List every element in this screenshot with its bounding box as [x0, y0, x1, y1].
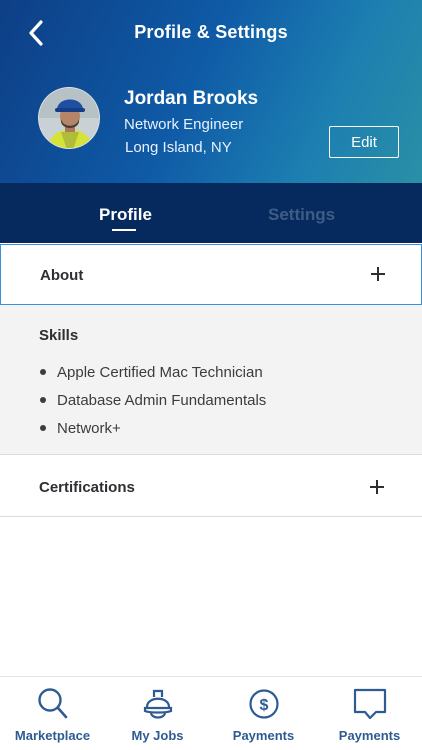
page-title: Profile & Settings [134, 22, 288, 42]
avatar [38, 87, 100, 149]
tab-profile[interactable]: Profile [99, 205, 152, 225]
skill-item: Network+ [40, 420, 121, 437]
about-section[interactable]: About [0, 244, 422, 305]
skills-section: Skills Apple Certified Mac Technician Da… [0, 305, 422, 455]
nav-payments-label: Payments [232, 728, 295, 743]
about-label: About [40, 267, 84, 284]
nav-my-jobs-label: My Jobs [131, 728, 184, 743]
nav-messages[interactable]: Payments [317, 677, 422, 750]
user-name: Jordan Brooks [124, 88, 259, 109]
plus-icon[interactable] [370, 480, 384, 494]
bullet-icon [40, 397, 46, 404]
user-location: Long Island, NY [125, 139, 232, 156]
tab-bar: Profile Settings [0, 183, 422, 243]
plus-icon[interactable] [371, 267, 385, 281]
skill-item: Apple Certified Mac Technician [40, 364, 263, 381]
certifications-label: Certifications [39, 479, 135, 496]
bullet-icon [40, 369, 46, 376]
hard-hat-icon [143, 689, 172, 719]
svg-text:$: $ [259, 697, 268, 714]
nav-messages-label: Payments [338, 728, 401, 743]
profile-header: Profile & Settings Jordan Brooks Network… [0, 0, 422, 183]
bottom-navigation: Marketplace My Jobs $ Payments Payments [0, 676, 422, 750]
skill-item: Database Admin Fundamentals [40, 392, 266, 409]
user-role: Network Engineer [124, 116, 244, 133]
certifications-section[interactable]: Certifications [0, 456, 422, 517]
nav-payments[interactable]: $ Payments [211, 677, 316, 750]
nav-marketplace[interactable]: Marketplace [0, 677, 105, 750]
search-icon [37, 688, 67, 719]
edit-button[interactable]: Edit [329, 126, 399, 158]
bullet-icon [40, 425, 46, 432]
top-bar: Profile & Settings [0, 0, 422, 66]
skills-label: Skills [39, 327, 79, 344]
tab-settings[interactable]: Settings [268, 205, 335, 225]
active-tab-indicator [112, 229, 136, 231]
nav-marketplace-label: Marketplace [14, 728, 91, 743]
dollar-circle-icon: $ [248, 689, 279, 719]
chat-bubble-icon [353, 688, 386, 720]
nav-my-jobs[interactable]: My Jobs [105, 677, 210, 750]
